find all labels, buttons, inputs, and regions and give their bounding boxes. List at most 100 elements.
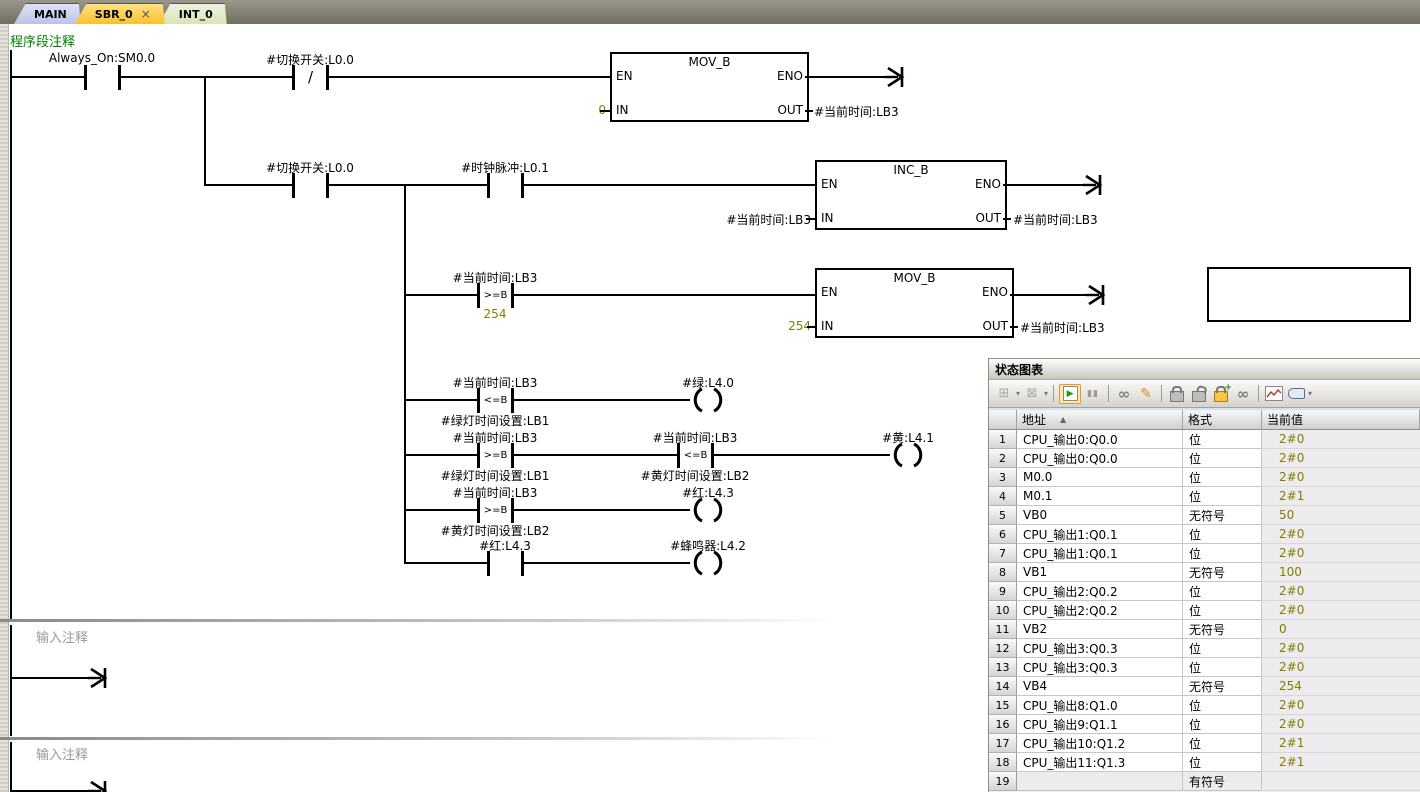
pause-icon[interactable]: ▮▮ <box>1083 385 1103 403</box>
table-row[interactable]: 2CPU_输出0:Q0.0位2#0 <box>989 449 1420 468</box>
row-number-cell[interactable]: 2 <box>989 449 1017 468</box>
row-number-cell[interactable]: 9 <box>989 582 1017 601</box>
value-cell[interactable]: 2#0 <box>1262 696 1420 715</box>
contact-no-switch[interactable] <box>292 173 329 198</box>
row-number-cell[interactable]: 5 <box>989 506 1017 525</box>
compare-bottom-label[interactable]: #绿灯时间设置:LB1 <box>441 412 550 429</box>
block-mov-b-2[interactable]: MOV_B EN ENO IN OUT <box>815 268 1014 338</box>
table-row[interactable]: 12CPU_输出3:Q0.3位2#0 <box>989 639 1420 658</box>
format-cell[interactable]: 位 <box>1183 582 1262 601</box>
operand-label[interactable]: #当前时间:LB3 <box>1013 211 1098 228</box>
status-chart-title[interactable]: 状态图表 <box>989 359 1420 380</box>
format-cell[interactable]: 位 <box>1183 639 1262 658</box>
value-cell[interactable]: 2#0 <box>1262 468 1420 487</box>
address-cell[interactable]: CPU_输出9:Q1.1 <box>1017 715 1183 734</box>
address-cell[interactable] <box>1017 772 1183 791</box>
address-cell[interactable]: CPU_输出1:Q0.1 <box>1017 525 1183 544</box>
value-cell[interactable]: 2#0 <box>1262 449 1420 468</box>
table-row[interactable]: 14VB4无符号254 <box>989 677 1420 696</box>
compare-contact-leb[interactable]: <=B <box>477 388 514 413</box>
value-cell[interactable]: 2#1 <box>1262 487 1420 506</box>
table-row[interactable]: 13CPU_输出3:Q0.3位2#0 <box>989 658 1420 677</box>
header-format[interactable]: 格式 <box>1183 410 1262 430</box>
address-cell[interactable]: CPU_输出3:Q0.3 <box>1017 639 1183 658</box>
row-number-cell[interactable]: 6 <box>989 525 1017 544</box>
row-number-cell[interactable]: 13 <box>989 658 1017 677</box>
contact-nc-switch[interactable]: / <box>292 65 329 90</box>
format-cell[interactable]: 位 <box>1183 544 1262 563</box>
address-cell[interactable]: CPU_输出2:Q0.2 <box>1017 601 1183 620</box>
address-cell[interactable]: CPU_输出0:Q0.0 <box>1017 430 1183 449</box>
row-number-cell[interactable]: 1 <box>989 430 1017 449</box>
compare-bottom-value[interactable]: 254 <box>484 307 507 321</box>
force-icon[interactable] <box>1167 385 1187 403</box>
table-row[interactable]: 9CPU_输出2:Q0.2位2#0 <box>989 582 1420 601</box>
row-number-cell[interactable]: 15 <box>989 696 1017 715</box>
address-cell[interactable]: CPU_输出10:Q1.2 <box>1017 734 1183 753</box>
value-cell[interactable]: 254 <box>1262 677 1420 696</box>
header-row-number[interactable] <box>989 410 1017 430</box>
header-address[interactable]: 地址 ▲ <box>1017 410 1183 430</box>
format-cell[interactable]: 位 <box>1183 468 1262 487</box>
table-row[interactable]: 11VB2无符号0 <box>989 620 1420 639</box>
address-cell[interactable]: CPU_输出2:Q0.2 <box>1017 582 1183 601</box>
row-number-cell[interactable]: 17 <box>989 734 1017 753</box>
table-row[interactable]: 18CPU_输出11:Q1.3位2#1 <box>989 753 1420 772</box>
table-row[interactable]: 19 有符号 <box>989 772 1420 791</box>
compare-bottom-label[interactable]: #黄灯时间设置:LB2 <box>641 467 750 484</box>
operand-label[interactable]: #当前时间:LB3 <box>726 211 811 228</box>
contact-label[interactable]: Always_On:SM0.0 <box>49 51 155 65</box>
format-cell[interactable]: 无符号 <box>1183 677 1262 696</box>
address-cell[interactable]: VB2 <box>1017 620 1183 639</box>
format-cell[interactable]: 位 <box>1183 734 1262 753</box>
address-cell[interactable]: CPU_输出0:Q0.0 <box>1017 449 1183 468</box>
address-cell[interactable]: VB4 <box>1017 677 1183 696</box>
tag-icon[interactable] <box>1286 385 1306 403</box>
row-number-cell[interactable]: 14 <box>989 677 1017 696</box>
format-cell[interactable]: 位 <box>1183 601 1262 620</box>
format-cell[interactable]: 位 <box>1183 525 1262 544</box>
network-comment-placeholder[interactable]: 输入注释 <box>36 627 88 646</box>
table-row[interactable]: 3M0.0位2#0 <box>989 468 1420 487</box>
row-number-cell[interactable]: 16 <box>989 715 1017 734</box>
value-cell[interactable]: 2#0 <box>1262 430 1420 449</box>
format-cell[interactable]: 无符号 <box>1183 620 1262 639</box>
operand-label[interactable]: #当前时间:LB3 <box>814 103 899 120</box>
row-number-cell[interactable]: 12 <box>989 639 1017 658</box>
address-cell[interactable]: VB1 <box>1017 563 1183 582</box>
write-icon[interactable]: ✎ <box>1136 385 1156 403</box>
address-cell[interactable]: CPU_输出3:Q0.3 <box>1017 658 1183 677</box>
value-cell[interactable]: 2#1 <box>1262 753 1420 772</box>
tab-int0[interactable]: INT_0 <box>159 3 227 24</box>
compare-contact-geb[interactable]: >=B <box>477 283 514 308</box>
value-cell[interactable]: 50 <box>1262 506 1420 525</box>
block-inc-b[interactable]: INC_B EN ENO IN OUT <box>815 160 1007 230</box>
value-cell[interactable]: 2#1 <box>1262 734 1420 753</box>
delete-row-icon[interactable]: ⊠ <box>1022 385 1042 403</box>
value-cell[interactable]: 2#0 <box>1262 544 1420 563</box>
format-cell[interactable]: 位 <box>1183 715 1262 734</box>
table-row[interactable]: 16CPU_输出9:Q1.1位2#0 <box>989 715 1420 734</box>
compare-contact-leb[interactable]: <=B <box>677 443 714 468</box>
contact-no-red[interactable] <box>487 551 524 576</box>
value-cell[interactable]: 2#0 <box>1262 715 1420 734</box>
format-cell[interactable]: 位 <box>1183 658 1262 677</box>
row-number-cell[interactable]: 4 <box>989 487 1017 506</box>
row-number-cell[interactable]: 3 <box>989 468 1017 487</box>
value-cell[interactable]: 100 <box>1262 563 1420 582</box>
chevron-down-icon[interactable]: ▾ <box>1044 389 1048 398</box>
insert-row-icon[interactable]: ⊞ <box>994 385 1014 403</box>
row-number-cell[interactable]: 11 <box>989 620 1017 639</box>
row-number-cell[interactable]: 10 <box>989 601 1017 620</box>
address-cell[interactable]: VB0 <box>1017 506 1183 525</box>
compare-contact-geb[interactable]: >=B <box>477 443 514 468</box>
value-cell[interactable] <box>1262 772 1420 791</box>
compare-bottom-label[interactable]: #绿灯时间设置:LB1 <box>441 467 550 484</box>
row-number-cell[interactable]: 19 <box>989 772 1017 791</box>
format-cell[interactable]: 无符号 <box>1183 563 1262 582</box>
format-cell[interactable]: 有符号 <box>1183 772 1262 791</box>
unforce-icon[interactable] <box>1189 385 1209 403</box>
table-row[interactable]: 8VB1无符号100 <box>989 563 1420 582</box>
close-icon[interactable]: × <box>141 7 151 21</box>
coil-green[interactable] <box>690 387 726 413</box>
